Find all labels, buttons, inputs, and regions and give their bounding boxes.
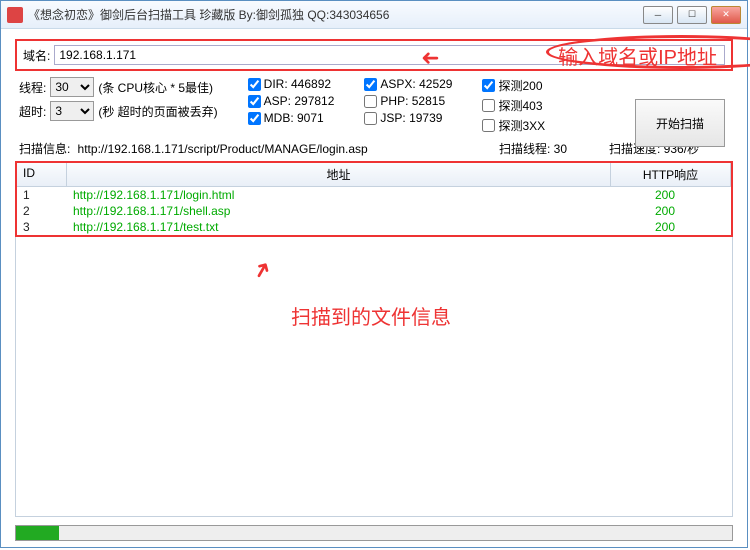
domain-label: 域名: xyxy=(23,47,50,64)
titlebar: 《想念初恋》御剑后台扫描工具 珍藏版 By:御剑孤独 QQ:343034656 … xyxy=(1,1,747,29)
results-empty-area xyxy=(15,237,733,517)
thread-select[interactable]: 30 xyxy=(50,77,94,97)
table-row: 2http://192.168.1.171/shell.asp200 xyxy=(17,203,731,219)
dict-col-2: ASPX: 42529 PHP: 52815 JSP: 19739 xyxy=(364,77,452,125)
col-resp[interactable]: HTTP响应 xyxy=(611,163,731,186)
scan-thread-status: 扫描线程: 30 xyxy=(499,140,609,157)
window-buttons: ─ ☐ ✕ xyxy=(643,6,741,24)
maximize-button[interactable]: ☐ xyxy=(677,6,707,24)
chk-dir[interactable] xyxy=(248,78,261,91)
chk-mdb[interactable] xyxy=(248,112,261,125)
results-box: ID 地址 HTTP响应 1http://192.168.1.171/login… xyxy=(15,161,733,237)
timeout-label: 超时: xyxy=(19,103,46,120)
chk-3xx[interactable] xyxy=(482,119,495,132)
table-row: 1http://192.168.1.171/login.html200 xyxy=(17,187,731,203)
domain-row: 域名: xyxy=(15,39,733,71)
minimize-button[interactable]: ─ xyxy=(643,6,673,24)
app-window: 《想念初恋》御剑后台扫描工具 珍藏版 By:御剑孤独 QQ:343034656 … xyxy=(0,0,748,548)
progress-bar xyxy=(15,525,733,541)
results-header: ID 地址 HTTP响应 xyxy=(17,163,731,187)
timeout-hint: (秒 超时的页面被丢弃) xyxy=(98,103,217,120)
progress-fill xyxy=(16,526,59,540)
thread-label: 线程: xyxy=(19,79,46,96)
chk-200[interactable] xyxy=(482,79,495,92)
options-row: 线程: 30 (条 CPU核心 * 5最佳) 超时: 3 (秒 超时的页面被丢弃… xyxy=(15,77,733,134)
thread-timeout-col: 线程: 30 (条 CPU核心 * 5最佳) 超时: 3 (秒 超时的页面被丢弃… xyxy=(19,77,218,121)
table-row: 3http://192.168.1.171/test.txt200 xyxy=(17,219,731,235)
chk-aspx[interactable] xyxy=(364,78,377,91)
col-addr[interactable]: 地址 xyxy=(67,163,611,186)
close-button[interactable]: ✕ xyxy=(711,6,741,24)
timeout-select[interactable]: 3 xyxy=(50,101,94,121)
window-title: 《想念初恋》御剑后台扫描工具 珍藏版 By:御剑孤独 QQ:343034656 xyxy=(28,6,643,23)
chk-403[interactable] xyxy=(482,99,495,112)
status-row: 扫描信息: http://192.168.1.171/script/Produc… xyxy=(15,140,733,157)
scan-info-value: http://192.168.1.171/script/Product/MANA… xyxy=(78,142,368,156)
col-id[interactable]: ID xyxy=(17,163,67,186)
domain-input[interactable] xyxy=(54,45,725,65)
chk-asp[interactable] xyxy=(248,95,261,108)
probe-col: 探测200 探测403 探测3XX xyxy=(482,77,545,134)
chk-php[interactable] xyxy=(364,95,377,108)
dict-col-1: DIR: 446892 ASP: 297812 MDB: 9071 xyxy=(248,77,335,125)
app-icon xyxy=(7,7,23,23)
content-area: 域名: 线程: 30 (条 CPU核心 * 5最佳) 超时: 3 (秒 超时的页… xyxy=(1,29,747,527)
thread-hint: (条 CPU核心 * 5最佳) xyxy=(98,79,213,96)
chk-jsp[interactable] xyxy=(364,112,377,125)
results-body: 1http://192.168.1.171/login.html200 2htt… xyxy=(17,187,731,235)
start-scan-button[interactable]: 开始扫描 xyxy=(635,99,725,147)
